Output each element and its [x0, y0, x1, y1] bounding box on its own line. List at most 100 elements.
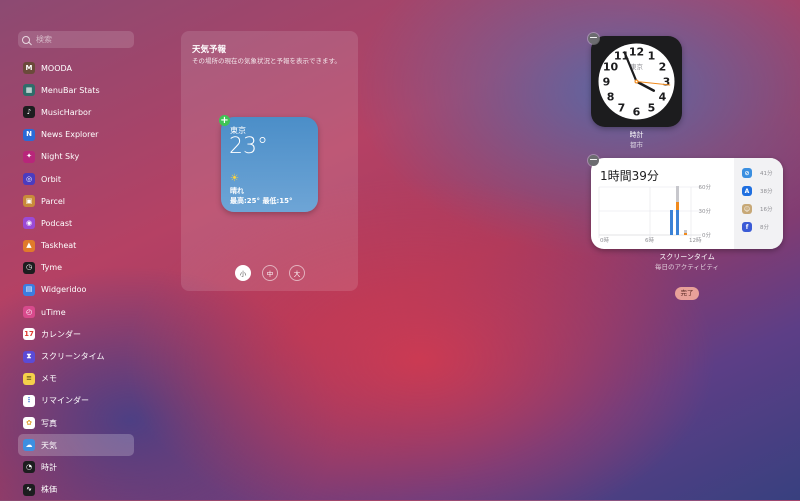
sidebar-item-mooda[interactable]: M MOODA: [18, 57, 134, 79]
sidebar-item-widgeridoo[interactable]: ▤ Widgeridoo: [18, 279, 134, 301]
tyme-icon: ◷: [23, 261, 35, 274]
screen-time-widget[interactable]: 1時間39分 60分 30分 0分 0時 6時 12時 ⊘ 41分 A 38分 ☺ 16分…: [591, 158, 783, 249]
parcel-icon: ▣: [23, 195, 35, 208]
y-label-0: 0分: [702, 231, 711, 239]
sidebar-item-label: Widgeridoo: [41, 285, 87, 295]
sidebar-item-clock[interactable]: ◔ 時計: [18, 456, 134, 478]
clock-number: 2: [659, 61, 667, 74]
mooda-icon: M: [23, 62, 35, 75]
sidebar-item-label: 株価: [41, 485, 57, 495]
add-widget-icon[interactable]: +: [219, 115, 230, 126]
y-label-60: 60分: [699, 183, 712, 191]
finder-icon: ☺: [742, 204, 752, 214]
clock-widget[interactable]: 12 1 2 3 4 5 6 7 8 9 10 11 東京: [591, 36, 682, 127]
size-small-button[interactable]: 小: [235, 265, 251, 281]
sidebar-item-tyme[interactable]: ◷ Tyme: [18, 257, 134, 279]
facebook-icon: f: [742, 222, 752, 232]
size-large-button[interactable]: 大: [289, 265, 305, 281]
notes-icon: ≡: [23, 372, 35, 385]
widget-preview-panel: 天気予報 その場所の現在の気象状況と予報を表示できます。 東京 23° ☀ 晴れ…: [181, 31, 358, 291]
weather-icon: ☁: [23, 439, 35, 452]
calendar-icon: 17: [23, 328, 35, 341]
screen-time-app-duration: 8分: [760, 225, 769, 231]
widgeridoo-icon: ▤: [23, 283, 35, 296]
screen-time-app-row: ⊘ 41分: [742, 168, 773, 178]
clock-number: 4: [659, 91, 667, 104]
sidebar-item-label: MusicHarbor: [41, 107, 92, 117]
usage-bar-13h-accent: [684, 233, 687, 235]
search-field[interactable]: [18, 31, 134, 48]
weather-high-low: 最高:25° 最低:15°: [230, 197, 293, 205]
weather-widget-preview[interactable]: 東京 23° ☀ 晴れ 最高:25° 最低:15°: [221, 117, 318, 212]
sidebar-item-musicharbor[interactable]: ♪ MusicHarbor: [18, 101, 134, 123]
sidebar-item-podcast[interactable]: ◉ Podcast: [18, 212, 134, 234]
screen-time-app-row: ☺ 16分: [742, 204, 773, 214]
clock-widget-subcaption: 都市: [630, 141, 643, 149]
sidebar-item-label: Tyme: [41, 263, 63, 273]
analog-clock-face: 12 1234567891011 東京: [598, 43, 675, 120]
sidebar-item-label: メモ: [41, 374, 57, 384]
sidebar-item-orbit[interactable]: ◎ Orbit: [18, 168, 134, 190]
sidebar-item-label: カレンダー: [41, 329, 81, 339]
sidebar-item-label: Taskheat: [41, 241, 77, 251]
size-medium-button[interactable]: 中: [262, 265, 278, 281]
sidebar-item-photos[interactable]: ✿ 写真: [18, 412, 134, 434]
screen-time-top-apps: ⊘ 41分 A 38分 ☺ 16分 f 8分: [734, 158, 783, 249]
screen-time-app-duration: 41分: [760, 171, 773, 177]
usage-bar-12h-accent: [676, 202, 679, 210]
sidebar-item-label: Night Sky: [41, 152, 80, 162]
clock-number: 3: [663, 76, 671, 89]
clock-number: 1: [648, 50, 656, 63]
sidebar-item-night-sky[interactable]: ✦ Night Sky: [18, 146, 134, 168]
screen-time-icon: ⧗: [23, 350, 35, 363]
sidebar-item-label: MOODA: [41, 63, 72, 73]
photos-icon: ✿: [23, 417, 35, 430]
utime-icon: ◴: [23, 306, 35, 319]
app-list: M MOODA ▦ MenuBar Stats ♪ MusicHarbor N News Ex…: [18, 57, 134, 501]
sidebar-item-menubar-stats[interactable]: ▦ MenuBar Stats: [18, 79, 134, 101]
x-label-12: 12時: [689, 236, 702, 244]
y-label-30: 30分: [699, 207, 712, 215]
widget-title: 天気予報: [192, 45, 227, 55]
app-store-icon: A: [742, 186, 752, 196]
sidebar-item-weather[interactable]: ☁ 天気: [18, 434, 134, 457]
clock-number: 7: [618, 101, 626, 114]
remove-clock-widget-icon[interactable]: −: [588, 32, 599, 44]
sidebar-item-screen-time[interactable]: ⧗ スクリーンタイム: [18, 345, 134, 367]
screen-time-chart: 60分 30分 0分 0時 6時 12時: [598, 183, 712, 244]
sidebar-item-taskheat[interactable]: ▲ Taskheat: [18, 235, 134, 257]
orbit-icon: ◎: [23, 173, 35, 186]
widget-description: その場所の現在の気象状況と予報を表示できます。: [192, 57, 341, 65]
done-button[interactable]: 完了: [675, 287, 699, 300]
sidebar-item-label: Podcast: [41, 218, 73, 228]
usage-bar-11h: [670, 210, 673, 235]
weather-temperature: 23°: [229, 134, 268, 159]
sidebar-item-label: 天気: [41, 440, 57, 450]
sidebar-item-utime[interactable]: ◴ uTime: [18, 301, 134, 323]
x-label-0: 0時: [600, 236, 609, 244]
clock-number: 5: [648, 101, 656, 114]
sidebar-item-label: 時計: [41, 462, 57, 472]
taskheat-icon: ▲: [23, 239, 35, 252]
sidebar-item-label: Parcel: [41, 196, 66, 206]
sidebar-item-notes[interactable]: ≡ メモ: [18, 368, 134, 390]
reminders-icon: ⋮: [23, 394, 35, 407]
screen-time-app-row: A 38分: [742, 186, 773, 196]
clock-number: 8: [607, 91, 615, 104]
search-input[interactable]: [34, 34, 128, 45]
podcast-icon: ◉: [23, 217, 35, 230]
sidebar-item-news-explorer[interactable]: N News Explorer: [18, 124, 134, 146]
clock-center-dot: [635, 80, 638, 83]
sidebar-item-label: スクリーンタイム: [41, 352, 105, 362]
sidebar-item-stocks[interactable]: ∿ 株価: [18, 479, 134, 501]
remove-screen-time-widget-icon[interactable]: −: [588, 154, 599, 166]
screen-time-subcaption: 毎日のアクティビティ: [655, 263, 719, 271]
sidebar-item-parcel[interactable]: ▣ Parcel: [18, 190, 134, 212]
sidebar-item-calendar[interactable]: 17 カレンダー: [18, 323, 134, 345]
news-explorer-icon: N: [23, 128, 35, 141]
sidebar-item-label: リマインダー: [41, 396, 89, 406]
weather-condition: 晴れ: [230, 187, 244, 195]
sidebar-item-reminders[interactable]: ⋮ リマインダー: [18, 390, 134, 412]
screen-time-app-row: f 8分: [742, 222, 769, 232]
screen-time-app-duration: 38分: [760, 189, 773, 195]
